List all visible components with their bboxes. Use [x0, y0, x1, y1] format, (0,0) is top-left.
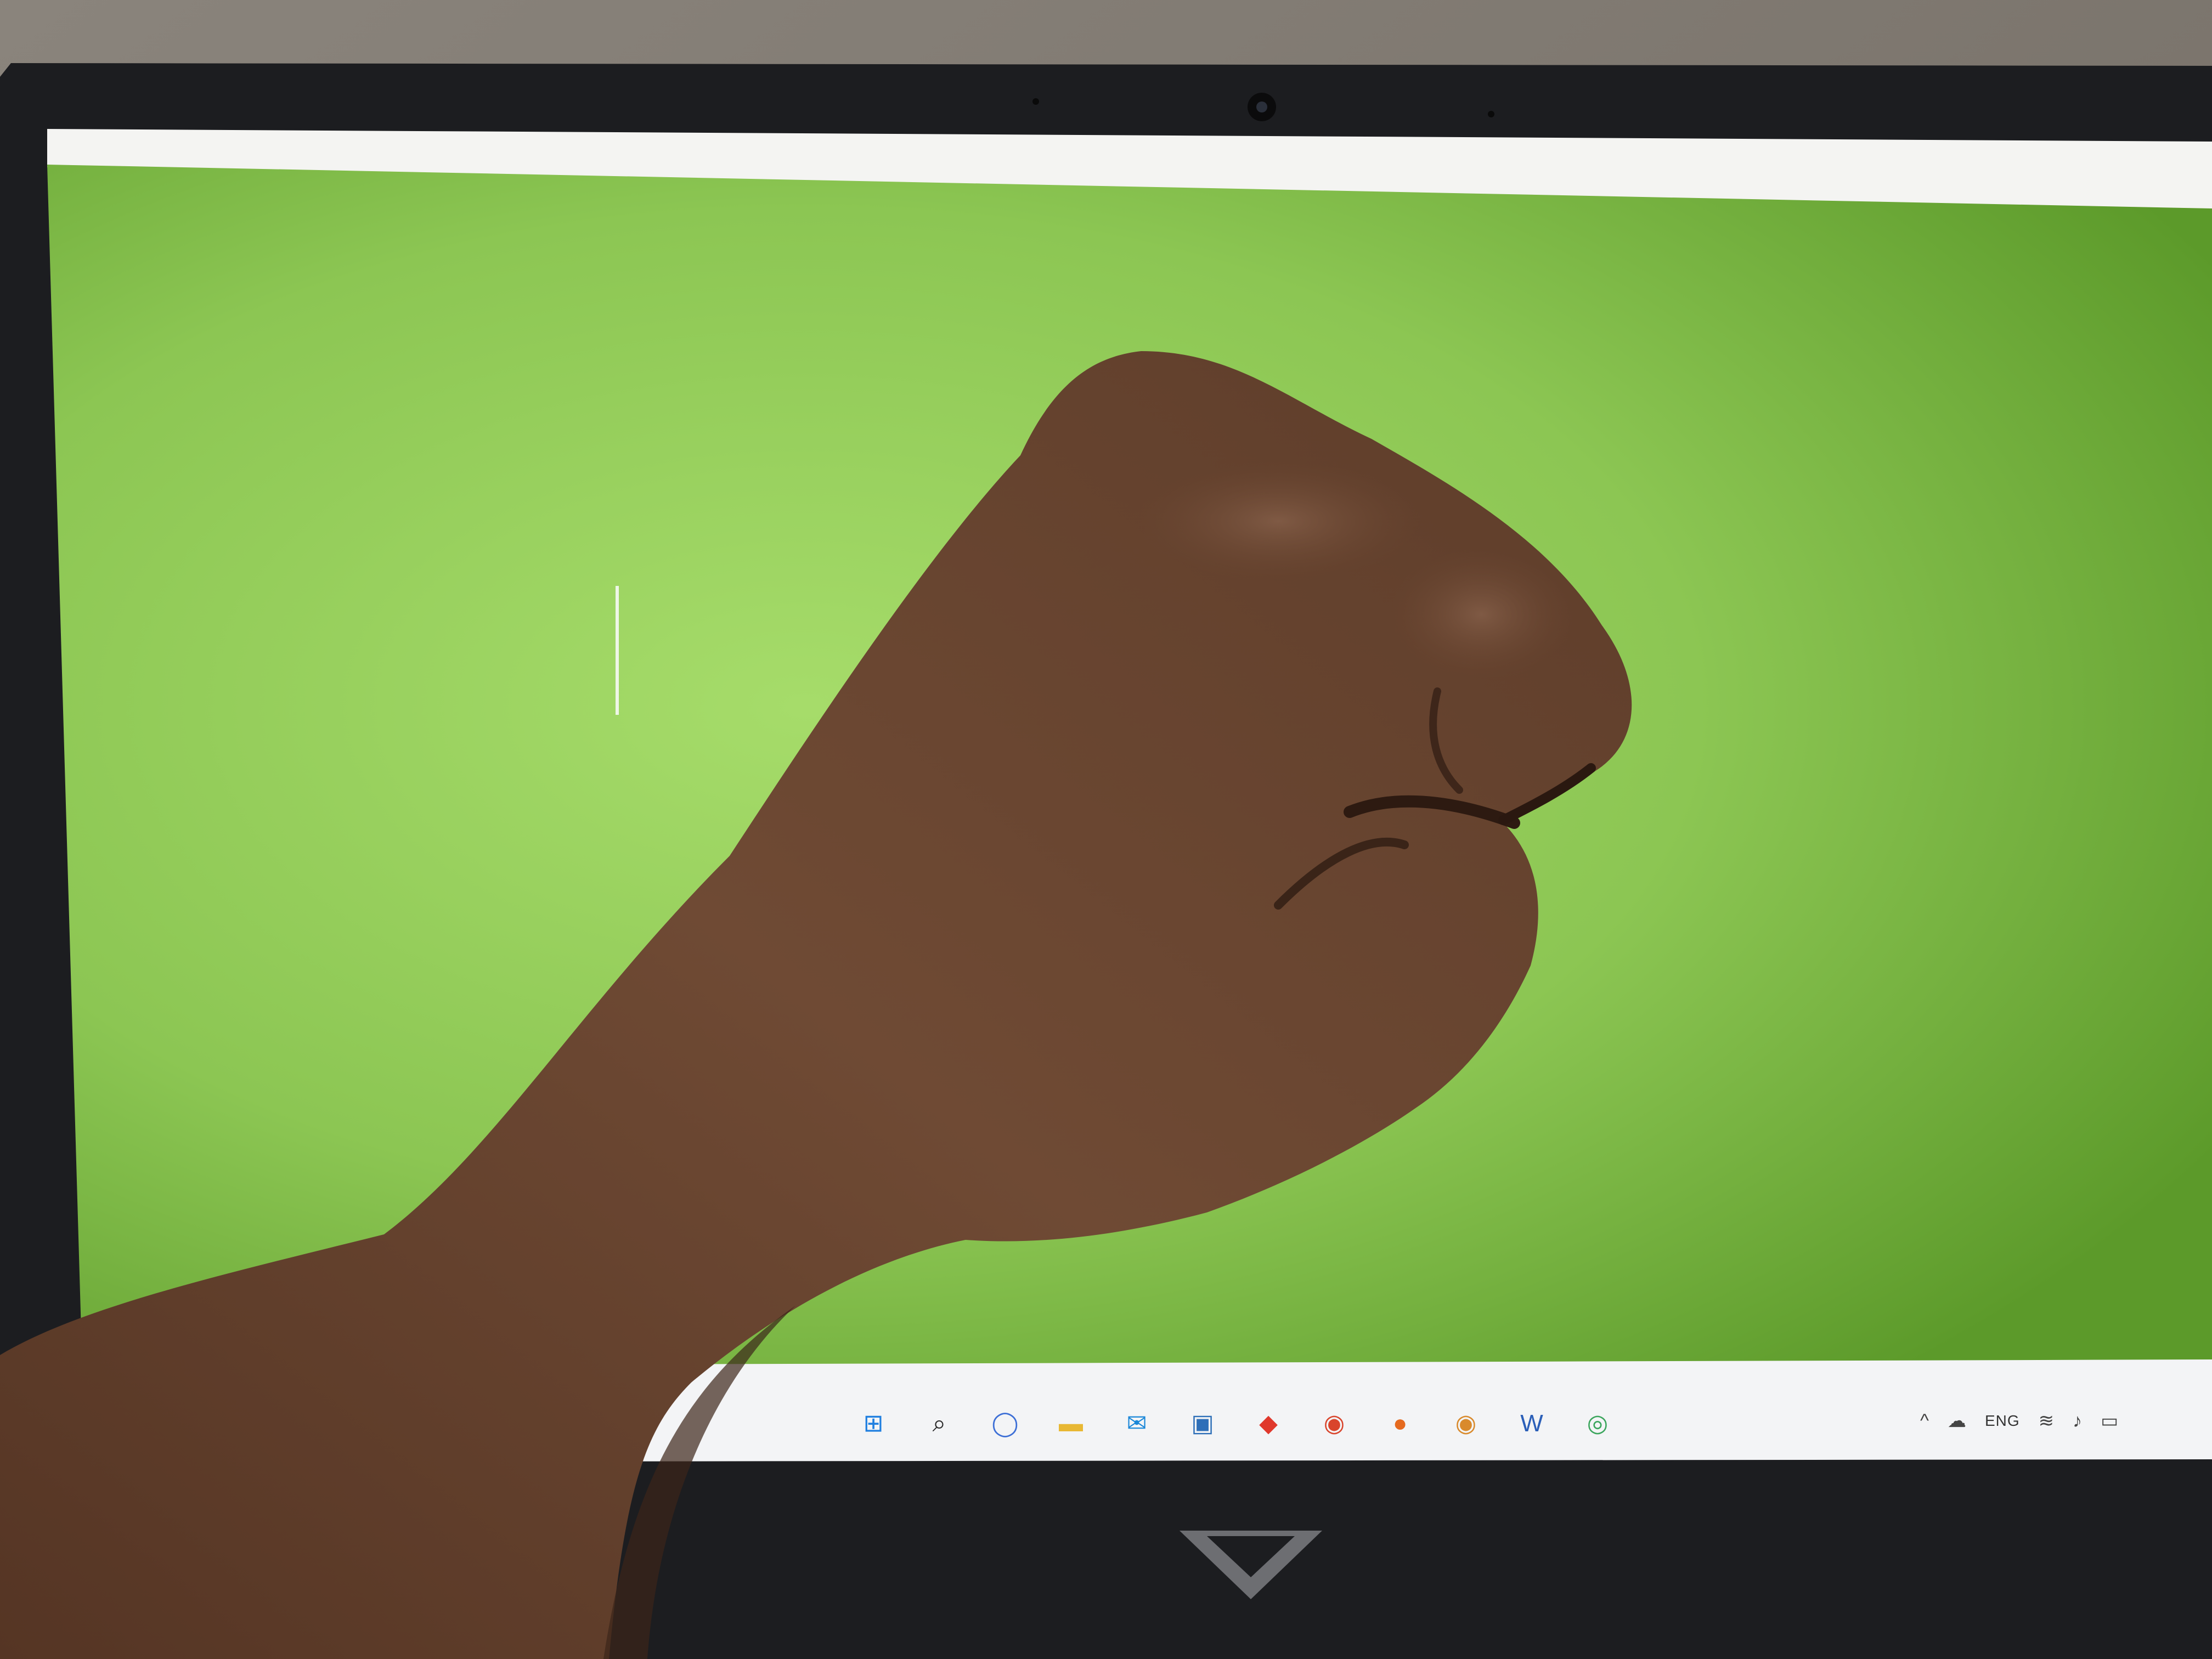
chevron-up-icon[interactable]: ^	[1920, 1410, 1929, 1432]
mail-icon[interactable]: ✉	[1119, 1406, 1154, 1441]
firefox-icon[interactable]: ●	[1383, 1406, 1418, 1441]
chat-icon[interactable]: ◯	[988, 1406, 1023, 1441]
system-tray: ^ ☁ ENG ≋ ♪ ▭	[1920, 1396, 2212, 1446]
knuckle-highlight	[1136, 461, 1421, 582]
sensor-dot	[1032, 98, 1039, 105]
language-indicator[interactable]: ENG	[1985, 1412, 2020, 1430]
word-icon[interactable]: W	[1514, 1406, 1549, 1441]
file-explorer-icon[interactable]: ▬	[1053, 1406, 1088, 1441]
chrome-profile-icon[interactable]: ◉	[1448, 1406, 1483, 1441]
store-icon[interactable]: ▣	[1185, 1406, 1220, 1441]
start-icon[interactable]: ⊞	[856, 1406, 891, 1441]
sensor-dot	[1488, 111, 1494, 117]
app-green-icon[interactable]: ◎	[1580, 1406, 1615, 1441]
chrome-icon[interactable]: ◉	[1317, 1406, 1352, 1441]
volume-icon[interactable]: ♪	[2073, 1410, 2082, 1432]
wifi-icon[interactable]: ≋	[2039, 1410, 2055, 1432]
app-red-icon[interactable]: ◆	[1251, 1406, 1286, 1441]
cloud-icon[interactable]: ☁	[1948, 1410, 1966, 1432]
search-icon[interactable]: ⌕	[922, 1406, 957, 1441]
battery-icon[interactable]: ▭	[2101, 1410, 2118, 1432]
text-cursor	[616, 586, 619, 715]
